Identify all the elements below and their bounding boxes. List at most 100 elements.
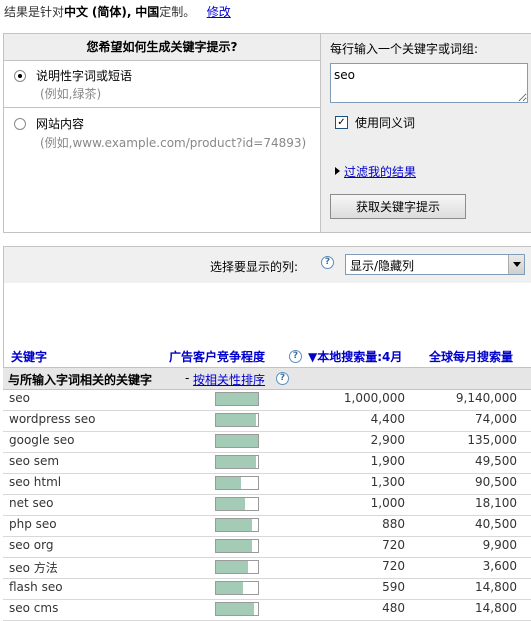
notice-language: 中文 xyxy=(64,5,89,19)
competition-bar-fill xyxy=(216,456,256,468)
notice-variant: (简体) xyxy=(91,5,127,19)
column-chooser-bar: 选择要显示的列: ? 显示/隐藏列 xyxy=(4,247,531,283)
global-volume-cell: 74,000 xyxy=(475,412,517,426)
competition-bar xyxy=(215,434,259,448)
column-select-value: 显示/隐藏列 xyxy=(350,259,415,273)
keyword-cell: google seo xyxy=(9,433,75,447)
local-volume-cell: 4,400 xyxy=(370,412,405,426)
competition-bar xyxy=(215,581,259,595)
localization-notice: 结果是针对中文 (简体), 中国定制。 修改 xyxy=(4,3,231,20)
synonym-label: 使用同义词 xyxy=(355,116,416,130)
competition-bar xyxy=(215,476,259,490)
table-row[interactable]: seo 1,000,000 9,140,000 xyxy=(3,389,531,411)
local-volume-cell: 720 xyxy=(382,538,405,552)
get-keyword-ideas-button[interactable]: 获取关键字提示 xyxy=(330,194,466,219)
keyword-cell: seo org xyxy=(9,538,54,552)
table-row[interactable]: php seo 880 40,500 xyxy=(3,515,531,537)
filter-results-link[interactable]: 过滤我的结果 xyxy=(344,163,416,180)
expand-arrow-icon[interactable] xyxy=(335,167,340,175)
sort-by-relevance-link[interactable]: 按相关性排序 xyxy=(193,371,265,388)
keyword-cell: seo cms xyxy=(9,601,59,615)
option1-hint: (例如,绿茶) xyxy=(40,87,102,101)
competition-bar-fill xyxy=(216,414,256,426)
header-competition[interactable]: 广告客户竞争程度 xyxy=(169,348,265,365)
help-icon[interactable]: ? xyxy=(276,372,289,385)
local-volume-cell: 1,000,000 xyxy=(343,391,405,405)
competition-bar-fill xyxy=(216,498,246,510)
competition-bar xyxy=(215,518,259,532)
radio-descriptive-words[interactable] xyxy=(14,70,26,82)
generation-question: 您希望如何生成关键字提示? xyxy=(4,34,320,61)
keyword-input-label: 每行输入一个关键字或词组: xyxy=(330,42,479,56)
competition-bar-fill xyxy=(216,477,242,489)
header-local-volume[interactable]: ▼本地搜索量:4月 xyxy=(308,348,402,365)
keyword-cell: net seo xyxy=(9,496,54,510)
keyword-textarea[interactable]: seo xyxy=(330,63,528,103)
local-volume-cell: 2,900 xyxy=(370,433,405,447)
notice-suffix: 定制。 xyxy=(159,5,196,19)
keyword-cell: seo xyxy=(9,391,30,405)
radio-website-content[interactable] xyxy=(14,118,26,130)
keyword-cell: seo sem xyxy=(9,454,60,468)
generation-method-panel: 您希望如何生成关键字提示? 说明性字词或短语 (例如,绿茶) 网站内容 (例如,… xyxy=(4,34,321,232)
help-icon[interactable]: ? xyxy=(321,256,334,269)
local-volume-cell: 1,000 xyxy=(370,496,405,510)
global-volume-cell: 18,100 xyxy=(475,496,517,510)
competition-bar-fill xyxy=(216,393,258,405)
help-icon[interactable]: ? xyxy=(289,350,302,363)
option1-label: 说明性字词或短语 xyxy=(36,69,133,83)
competition-bar xyxy=(215,560,259,574)
global-volume-cell: 14,800 xyxy=(475,601,517,615)
modify-link[interactable]: 修改 xyxy=(207,5,231,19)
table-row[interactable]: wordpress seo 4,400 74,000 xyxy=(3,410,531,432)
global-volume-cell: 49,500 xyxy=(475,454,517,468)
chevron-down-icon[interactable] xyxy=(508,255,524,274)
local-volume-cell: 1,300 xyxy=(370,475,405,489)
table-row[interactable]: seo 方法 720 3,600 xyxy=(3,557,531,579)
table-row[interactable]: flash seo 590 14,800 xyxy=(3,578,531,600)
competition-bar-fill xyxy=(216,519,252,531)
local-volume-cell: 880 xyxy=(382,517,405,531)
global-volume-cell: 9,140,000 xyxy=(455,391,517,405)
notice-country: 中国 xyxy=(135,5,160,19)
global-volume-cell: 14,800 xyxy=(475,580,517,594)
table-row[interactable]: seo org 720 9,900 xyxy=(3,536,531,558)
global-volume-cell: 40,500 xyxy=(475,517,517,531)
header-keyword[interactable]: 关键字 xyxy=(11,348,47,365)
local-volume-cell: 1,900 xyxy=(370,454,405,468)
section-dash: - xyxy=(185,371,190,385)
keyword-settings-panel: 您希望如何生成关键字提示? 说明性字词或短语 (例如,绿茶) 网站内容 (例如,… xyxy=(3,33,531,233)
table-row[interactable]: seo sem 1,900 49,500 xyxy=(3,452,531,474)
competition-bar-fill xyxy=(216,582,244,594)
table-row[interactable]: net seo 1,000 18,100 xyxy=(3,494,531,516)
option-descriptive-words[interactable]: 说明性字词或短语 (例如,绿茶) xyxy=(4,61,320,108)
column-chooser-label: 选择要显示的列: xyxy=(210,260,299,274)
competition-bar-fill xyxy=(216,435,258,447)
keyword-cell: wordpress seo xyxy=(9,412,96,426)
option2-label: 网站内容 xyxy=(36,117,85,131)
keyword-cell: seo 方法 xyxy=(9,561,58,575)
column-select[interactable]: 显示/隐藏列 xyxy=(345,254,525,275)
competition-bar xyxy=(215,539,259,553)
option-website-content[interactable]: 网站内容 (例如,www.example.com/product?id=7489… xyxy=(4,108,320,232)
global-volume-cell: 90,500 xyxy=(475,475,517,489)
global-volume-cell: 3,600 xyxy=(482,559,517,573)
synonym-checkbox[interactable]: ✓ xyxy=(335,116,348,129)
keyword-cell: flash seo xyxy=(9,580,63,594)
competition-bar-fill xyxy=(216,540,252,552)
notice-sep: , xyxy=(126,5,132,19)
competition-bar xyxy=(215,602,259,616)
local-volume-cell: 590 xyxy=(382,580,405,594)
keyword-input-panel: 每行输入一个关键字或词组: seo ✓ 使用同义词 过滤我的结果 获取关键字提示 xyxy=(321,34,531,232)
competition-bar xyxy=(215,497,259,511)
table-row[interactable]: google seo 2,900 135,000 xyxy=(3,431,531,453)
competition-bar xyxy=(215,413,259,427)
table-row[interactable]: seo html 1,300 90,500 xyxy=(3,473,531,495)
header-global-volume[interactable]: 全球每月搜索量 xyxy=(429,348,513,365)
results-panel: 选择要显示的列: ? 显示/隐藏列 关键字 广告客户竞争程度 ? ▼本地搜索量:… xyxy=(3,246,531,368)
option2-hint: (例如,www.example.com/product?id=74893) xyxy=(40,136,307,150)
keyword-cell: php seo xyxy=(9,517,57,531)
local-volume-cell: 480 xyxy=(382,601,405,615)
table-row[interactable]: seo cms 480 14,800 xyxy=(3,599,531,621)
competition-bar xyxy=(215,455,259,469)
